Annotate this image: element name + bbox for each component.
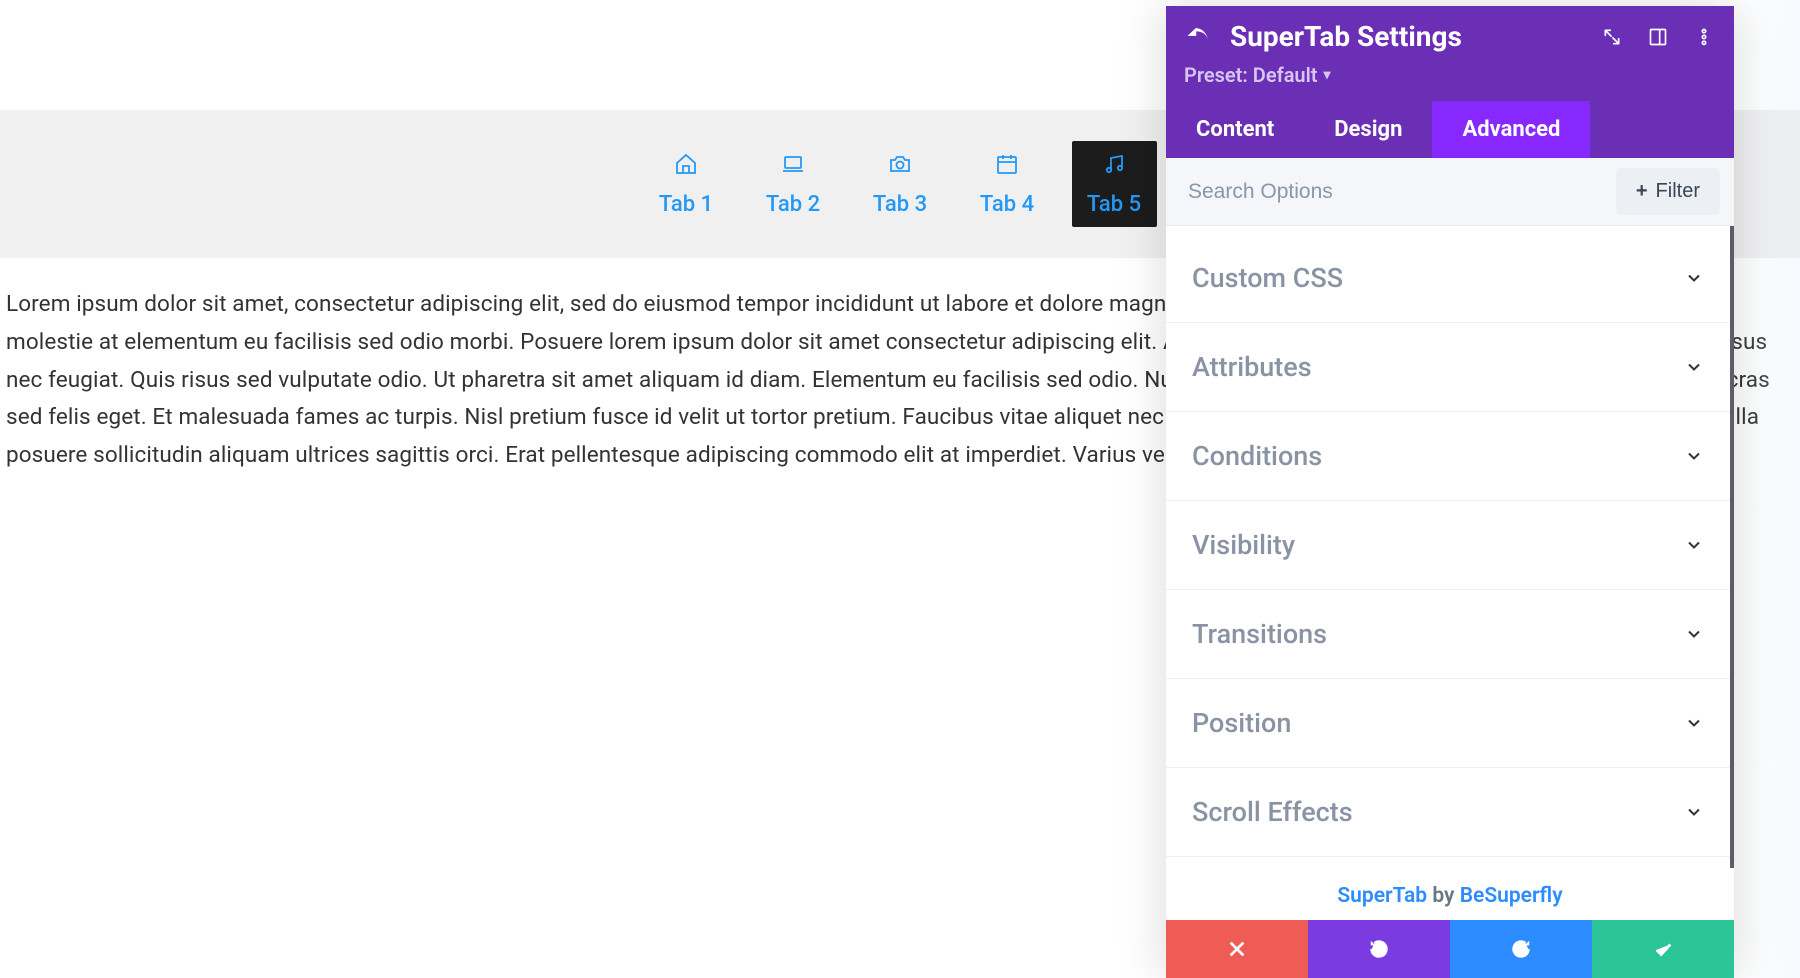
section-visibility[interactable]: Visibility [1166, 501, 1730, 590]
chevron-down-icon [1684, 713, 1704, 733]
more-vertical-icon [1694, 27, 1714, 47]
panel-tab-advanced[interactable]: Advanced [1432, 101, 1590, 158]
section-attributes[interactable]: Attributes [1166, 323, 1730, 412]
tab-label: Tab 4 [980, 192, 1034, 217]
preset-label: Preset: Default [1184, 63, 1318, 87]
back-arrow-icon [1184, 23, 1212, 51]
caret-down-icon: ▾ [1324, 67, 1331, 83]
filter-label: Filter [1656, 180, 1700, 203]
undo-icon [1368, 938, 1390, 960]
credit-line: SuperTab by BeSuperfly [1166, 868, 1734, 920]
undo-button[interactable] [1308, 920, 1450, 978]
section-label: Attributes [1192, 351, 1312, 383]
section-label: Transitions [1192, 618, 1327, 650]
tab-1[interactable]: Tab 1 [644, 141, 729, 227]
chevron-down-icon [1684, 268, 1704, 288]
section-custom-css[interactable]: Custom CSS [1166, 226, 1730, 323]
section-position[interactable]: Position [1166, 679, 1730, 768]
expand-icon [1602, 27, 1622, 47]
section-label: Visibility [1192, 529, 1295, 561]
tab-4[interactable]: Tab 4 [965, 141, 1050, 227]
chevron-down-icon [1684, 535, 1704, 555]
save-button[interactable] [1592, 920, 1734, 978]
expand-button[interactable] [1602, 27, 1622, 47]
chevron-down-icon [1684, 357, 1704, 377]
tab-label: Tab 1 [659, 192, 713, 217]
back-button[interactable] [1184, 23, 1212, 51]
layout-button[interactable] [1648, 27, 1668, 47]
check-icon [1652, 938, 1674, 960]
close-icon [1226, 938, 1248, 960]
section-transitions[interactable]: Transitions [1166, 590, 1730, 679]
laptop-icon [781, 152, 805, 182]
tab-2[interactable]: Tab 2 [751, 141, 836, 227]
section-label: Scroll Effects [1192, 796, 1353, 828]
preset-dropdown[interactable]: Preset: Default ▾ [1184, 63, 1331, 87]
redo-icon [1510, 938, 1532, 960]
panel-tab-content[interactable]: Content [1166, 101, 1304, 158]
redo-button[interactable] [1450, 920, 1592, 978]
search-options-input[interactable] [1166, 160, 1616, 224]
plus-icon: + [1636, 180, 1648, 203]
settings-panel: SuperTab Settings Preset: Default ▾ Cont… [1166, 6, 1734, 978]
section-conditions[interactable]: Conditions [1166, 412, 1730, 501]
camera-icon [888, 152, 912, 182]
tab-label: Tab 2 [766, 192, 820, 217]
tab-5[interactable]: Tab 5 [1072, 141, 1157, 227]
layout-icon [1648, 27, 1668, 47]
home-icon [674, 152, 698, 182]
chevron-down-icon [1684, 802, 1704, 822]
more-button[interactable] [1694, 27, 1714, 47]
panel-title: SuperTab Settings [1230, 20, 1584, 53]
music-icon [1102, 152, 1126, 182]
panel-tab-design[interactable]: Design [1304, 101, 1432, 158]
tab-label: Tab 5 [1087, 192, 1141, 217]
calendar-icon [995, 152, 1019, 182]
tab-label: Tab 3 [873, 192, 927, 217]
credit-company-link[interactable]: BeSuperfly [1460, 884, 1563, 908]
cancel-button[interactable] [1166, 920, 1308, 978]
credit-product-link[interactable]: SuperTab [1337, 884, 1427, 908]
section-label: Conditions [1192, 440, 1322, 472]
tab-3[interactable]: Tab 3 [858, 141, 943, 227]
filter-button[interactable]: + Filter [1616, 168, 1720, 215]
section-label: Position [1192, 707, 1291, 739]
chevron-down-icon [1684, 624, 1704, 644]
section-scroll-effects[interactable]: Scroll Effects [1166, 768, 1730, 857]
section-label: Custom CSS [1192, 262, 1343, 294]
chevron-down-icon [1684, 446, 1704, 466]
